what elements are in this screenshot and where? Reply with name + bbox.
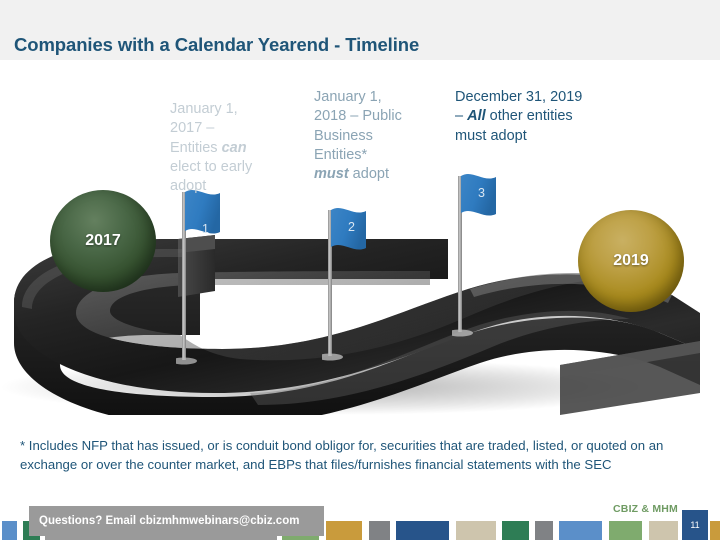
callout-line: January 1, [170,101,238,117]
milestone-sphere-2017: 2017 [50,190,156,292]
footer-swatch [710,521,720,540]
footer-swatch [558,521,603,540]
callout-line: 2018 – Public [314,108,402,125]
footnote-text: * Includes NFP that has issued, or is co… [20,438,664,472]
page-title: Companies with a Calendar Yearend - Time… [14,34,420,55]
callout-2017: January 1, 2017 – Entities can elect to ear… [170,100,295,196]
questions-email-box[interactable]: Questions? Email cbizmhmwebinars@cbiz.co… [29,506,324,536]
timeline-flag-1: 1 [171,186,240,371]
page-number-badge: 11 [682,510,708,540]
footer-swatch [449,521,456,540]
footer-swatch [325,521,363,540]
sphere-2017-label: 2017 [85,232,121,249]
footer-swatch [648,521,679,540]
callout-line: Entities can [170,139,247,156]
flag-3-svg [447,173,496,337]
footer-swatch [362,521,369,540]
brand-label: CBIZ & MHM [613,503,678,515]
timeline-flag-2: 2 [317,206,386,371]
footer-swatch [495,521,503,540]
footer-swatch [2,521,18,540]
flag-2-banner [331,207,366,250]
callout-emphasis: must [314,166,349,183]
callout-emphasis: All [467,108,486,125]
footer-swatch [641,521,649,540]
footer-swatch [534,521,554,540]
milestone-sphere-2019: 2019 [578,210,684,312]
callout-line: December 31, 2019 [455,89,583,105]
flag-3-base [447,329,473,337]
flag-1-svg [171,189,220,365]
flag-2-base [317,353,343,361]
callout-line: adopt [170,178,207,195]
callout-2019: December 31, 2019 – All other entities mus… [455,88,640,146]
flag-3-banner [461,173,496,216]
callout-line: must adopt [314,166,389,183]
sphere-2019-label: 2019 [613,252,649,269]
flag-1-banner [185,189,220,234]
questions-email-label: Questions? Email cbizmhmwebinars@cbiz.co… [39,515,300,527]
footer-swatch [368,521,391,540]
flag-2-svg [317,207,366,361]
footer-swatch [502,521,530,540]
callout-line: elect to early [170,158,253,175]
footer-swatch [602,521,609,540]
callout-line: must adopt [455,127,527,144]
slide-canvas: Companies with a Calendar Yearend - Time… [0,0,720,540]
flag-1-base [171,357,197,365]
callout-line: Entities* [314,146,368,163]
footer-swatch [396,521,450,540]
callout-line: January 1, [314,89,382,105]
callout-emphasis: can [221,139,247,156]
footer-swatch [608,521,642,540]
timeline-flag-3: 3 [447,172,516,347]
callout-line: 2017 – [170,120,215,137]
callout-line: – All other entities [455,108,573,125]
callout-line: Business [314,127,373,144]
footer-swatch [455,521,496,540]
callout-2018: January 1, 2018 – Public Business Entities*… [314,88,439,184]
